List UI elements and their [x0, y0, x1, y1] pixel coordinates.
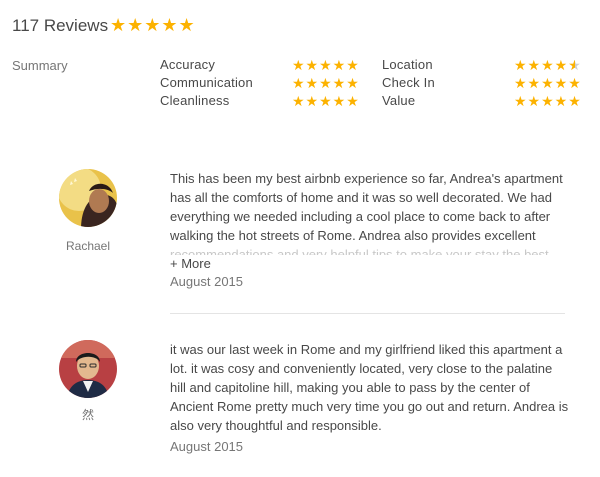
reviews-count-title: 117 Reviews: [12, 16, 109, 35]
category-communication-stars: ★★★★★: [292, 75, 360, 91]
review-text: This has been my best airbnb experience …: [170, 171, 563, 243]
category-accuracy-label: Accuracy: [160, 57, 216, 72]
category-checkin-label: Check In: [382, 75, 435, 90]
more-link[interactable]: + More: [170, 256, 211, 271]
overall-rating-stars: ★★★★★: [110, 15, 196, 35]
category-cleanliness-stars: ★★★★★: [292, 93, 360, 109]
half-star-icon: ★★: [568, 57, 582, 73]
category-accuracy-stars: ★★★★★: [292, 57, 360, 73]
review-text-faded: recommendations and very helpful tips to…: [170, 247, 553, 255]
category-location-stars: ★★★★★★: [514, 57, 582, 73]
avatar[interactable]: [59, 340, 117, 398]
category-communication-label: Communication: [160, 75, 253, 90]
avatar[interactable]: [59, 169, 117, 227]
category-value-stars: ★★★★★: [514, 93, 582, 109]
category-checkin-stars: ★★★★★: [514, 75, 582, 91]
summary-label: Summary: [12, 58, 68, 73]
category-cleanliness-label: Cleanliness: [160, 93, 230, 108]
review-text: it was our last week in Rome and my girl…: [170, 342, 569, 433]
review-date: August 2015: [170, 439, 244, 454]
category-value-label: Value: [382, 93, 416, 108]
review-date: August 2015: [170, 274, 244, 289]
divider: [170, 313, 565, 314]
reviewer-name[interactable]: Rachael: [48, 239, 128, 253]
reviewer-name[interactable]: 然: [48, 406, 128, 423]
category-location-label: Location: [382, 57, 433, 72]
